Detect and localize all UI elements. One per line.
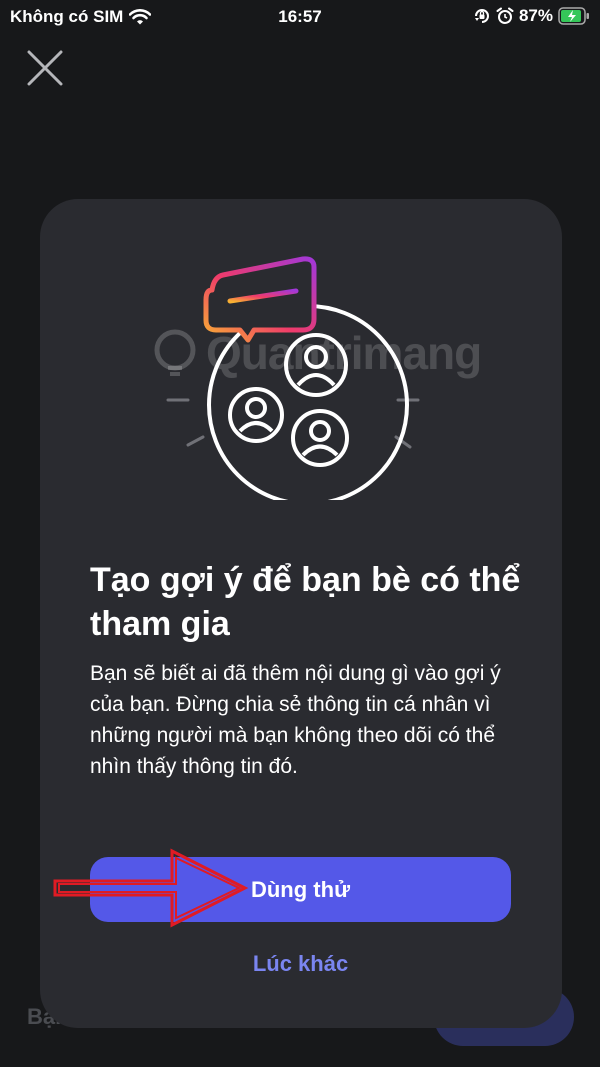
battery-charging-icon xyxy=(558,7,589,25)
try-it-label: Dùng thử xyxy=(250,876,350,902)
orientation-lock-icon xyxy=(474,9,489,23)
person-icon-3 xyxy=(291,409,349,467)
close-button[interactable] xyxy=(24,50,66,86)
battery-percent: 87% xyxy=(518,6,553,25)
dialog-description: Bạn sẽ biết ai đã thêm nội dung gì vào g… xyxy=(90,662,501,778)
annotation-arrow-icon xyxy=(53,848,249,928)
person-icon-2 xyxy=(228,387,284,443)
later-button[interactable]: Lúc khác xyxy=(90,945,511,983)
lightbulb-icon xyxy=(154,329,196,376)
watermark-text: Quantrimang xyxy=(206,327,482,379)
dialog-title: Tạo gợi ý để bạn bè có thể tham gia xyxy=(90,561,521,643)
alarm-icon xyxy=(496,7,514,24)
status-bar: Không có SIM 16:57 87% xyxy=(0,0,600,34)
watermark-logo: Quantrimang xyxy=(152,322,512,384)
